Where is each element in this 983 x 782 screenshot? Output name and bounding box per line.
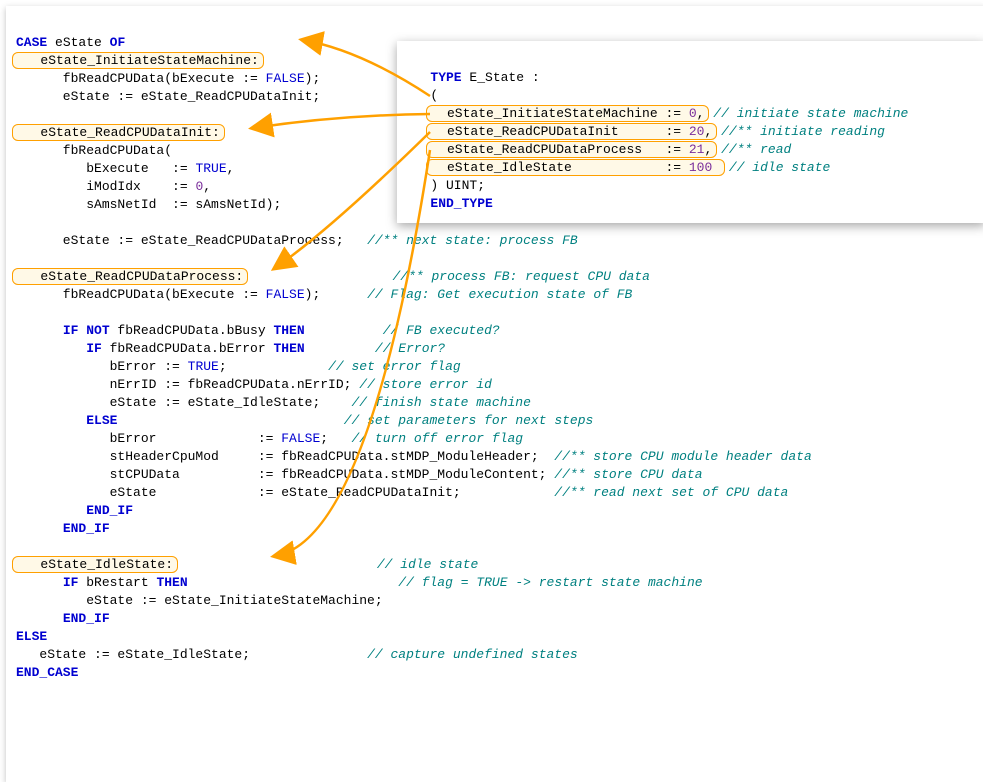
case-label-readcpudatainit: eState_ReadCPUDataInit: — [12, 124, 225, 141]
case-label-initiate: eState_InitiateStateMachine: — [12, 52, 264, 69]
enum-readcpudatainit: eState_ReadCPUDataInit := 20, — [426, 123, 717, 140]
enum-idlestate: eState_IdleState := 100 — [426, 159, 725, 176]
case-label-readcpudataprocess: eState_ReadCPUDataProcess: — [12, 268, 248, 285]
enum-initiate: eState_InitiateStateMachine := 0, — [426, 105, 709, 122]
type-definition-overlay: TYPE E_State : ( eState_InitiateStateMac… — [397, 41, 983, 223]
kw-case: CASE — [16, 35, 47, 50]
enum-readcpudataprocess: eState_ReadCPUDataProcess := 21, — [426, 141, 717, 158]
case-label-idlestate: eState_IdleState: — [12, 556, 178, 573]
